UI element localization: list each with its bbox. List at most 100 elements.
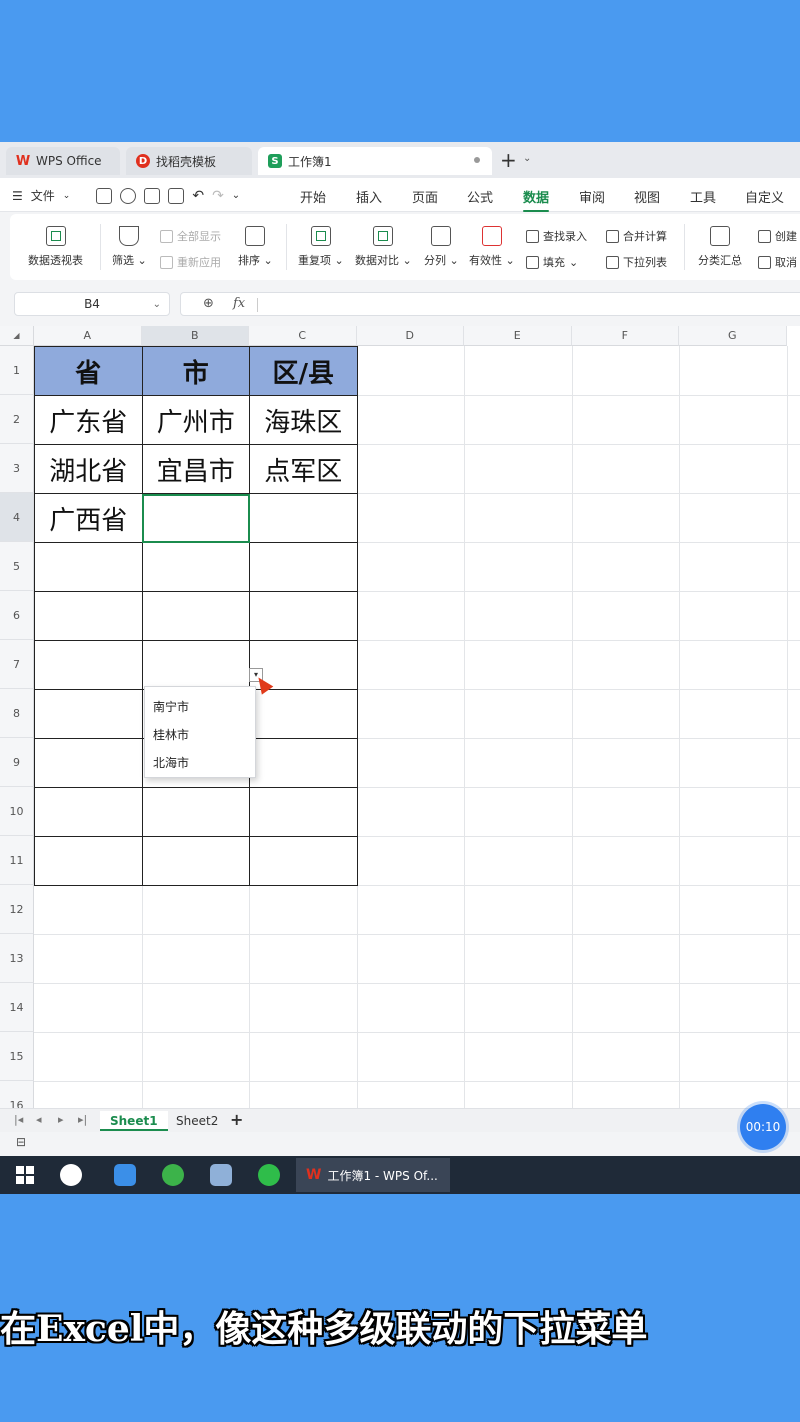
redo-icon[interactable]: ↷ bbox=[212, 188, 224, 204]
row-header-12[interactable]: 12 bbox=[0, 885, 34, 934]
duplicates-button[interactable]: 重复项 ⌄ bbox=[298, 226, 344, 268]
print-preview-icon[interactable] bbox=[168, 187, 185, 204]
row-header-11[interactable]: 11 bbox=[0, 836, 34, 885]
name-box[interactable]: B4 ⌄ bbox=[14, 292, 170, 316]
windows-start-icon[interactable] bbox=[14, 1164, 36, 1186]
chevron-down-icon[interactable]: ⌄ bbox=[232, 190, 240, 201]
menu-tab-page[interactable]: 页面 bbox=[412, 187, 438, 206]
tab-workbook[interactable]: S 工作簿1 bbox=[258, 147, 492, 175]
table-cell[interactable]: 省 bbox=[34, 346, 143, 396]
row-header-10[interactable]: 10 bbox=[0, 787, 34, 836]
lookup-entry-button[interactable]: 查找录入 bbox=[526, 228, 587, 244]
sheet-tab-sheet2[interactable]: Sheet2 bbox=[166, 1111, 228, 1131]
subtotal-button[interactable]: 分类汇总 bbox=[698, 226, 742, 268]
dropdown-option[interactable]: 桂林市 bbox=[145, 721, 255, 749]
menu-tab-view[interactable]: 视图 bbox=[634, 187, 660, 206]
prev-sheet-icon[interactable]: ◂ bbox=[36, 1113, 42, 1126]
table-cell[interactable]: 湖北省 bbox=[34, 444, 143, 494]
row-header-6[interactable]: 6 bbox=[0, 591, 34, 640]
row-header-5[interactable]: 5 bbox=[0, 542, 34, 591]
show-all-button[interactable]: 全部显示 bbox=[160, 228, 221, 244]
taskbar-wps-window[interactable]: W 工作簿1 - WPS Of... bbox=[296, 1158, 450, 1192]
spreadsheet-grid[interactable]: ◢ ABCDEFG 1 2 3 4 5 6 7 8 9 10 11 12 13 14 15 16 省 市 区/… bbox=[0, 326, 800, 1131]
split-column-button[interactable]: 分列 ⌄ bbox=[424, 226, 459, 268]
fill-button[interactable]: 填充 ⌄ bbox=[526, 254, 578, 270]
table-cell[interactable]: 广东省 bbox=[34, 395, 143, 445]
table-cell[interactable] bbox=[141, 836, 250, 886]
table-cell[interactable] bbox=[34, 640, 143, 690]
column-header-c[interactable]: C bbox=[249, 326, 357, 346]
fx-icon[interactable]: fx bbox=[233, 296, 245, 311]
validity-button[interactable]: 有效性 ⌄ bbox=[469, 226, 515, 268]
table-cell[interactable]: 广州市 bbox=[141, 395, 250, 445]
last-sheet-icon[interactable]: ▸| bbox=[78, 1113, 87, 1126]
pivot-table-button[interactable]: 数据透视表 bbox=[28, 226, 83, 268]
table-cell[interactable] bbox=[34, 542, 143, 592]
row-header-14[interactable]: 14 bbox=[0, 983, 34, 1032]
table-cell[interactable] bbox=[249, 836, 358, 886]
next-sheet-icon[interactable]: ▸ bbox=[58, 1113, 64, 1126]
menu-tab-formula[interactable]: 公式 bbox=[467, 187, 493, 206]
row-header-13[interactable]: 13 bbox=[0, 934, 34, 983]
table-cell[interactable]: 点军区 bbox=[249, 444, 358, 494]
menu-tab-review[interactable]: 审阅 bbox=[579, 187, 605, 206]
table-cell[interactable] bbox=[249, 493, 358, 543]
table-cell[interactable] bbox=[34, 689, 143, 739]
cancel-group-button[interactable]: 取消 bbox=[758, 254, 797, 270]
table-cell[interactable] bbox=[141, 787, 250, 837]
chevron-down-icon[interactable]: ⌄ bbox=[523, 153, 531, 164]
add-sheet-button[interactable]: + bbox=[230, 1110, 243, 1129]
row-header-8[interactable]: 8 bbox=[0, 689, 34, 738]
row-header-4[interactable]: 4 bbox=[0, 493, 34, 542]
macro-record-icon[interactable]: ⊟ bbox=[16, 1135, 26, 1149]
row-header-1[interactable]: 1 bbox=[0, 346, 34, 395]
menu-tab-data[interactable]: 数据 bbox=[523, 187, 550, 212]
table-cell[interactable] bbox=[34, 836, 143, 886]
select-all-corner[interactable]: ◢ bbox=[0, 326, 34, 346]
create-group-button[interactable]: 创建 bbox=[758, 228, 797, 244]
table-cell[interactable]: 市 bbox=[141, 346, 250, 396]
menu-tab-tools[interactable]: 工具 bbox=[690, 187, 716, 206]
table-cell[interactable] bbox=[249, 738, 358, 788]
chevron-down-icon[interactable]: ⌄ bbox=[63, 191, 71, 201]
dropdown-option[interactable]: 北海市 bbox=[145, 749, 255, 777]
unsaved-dot-icon[interactable] bbox=[474, 157, 480, 163]
save-icon[interactable] bbox=[96, 187, 113, 204]
tab-wps-office[interactable]: W WPS Office bbox=[6, 147, 120, 175]
row-header-15[interactable]: 15 bbox=[0, 1032, 34, 1081]
browser-icon[interactable] bbox=[162, 1164, 184, 1186]
zoom-icon[interactable]: ⊕ bbox=[203, 296, 214, 311]
menu-tab-custom[interactable]: 自定义 bbox=[745, 187, 784, 206]
export-icon[interactable] bbox=[120, 187, 137, 204]
table-cell[interactable] bbox=[249, 542, 358, 592]
new-tab-button[interactable]: + bbox=[500, 148, 517, 172]
column-header-g[interactable]: G bbox=[679, 326, 787, 346]
sort-button[interactable]: 排序 ⌄ bbox=[238, 226, 273, 268]
sheet-tab-sheet1[interactable]: Sheet1 bbox=[100, 1111, 168, 1131]
menu-tab-home[interactable]: 开始 bbox=[300, 187, 326, 206]
table-cell[interactable]: 海珠区 bbox=[249, 395, 358, 445]
table-cell[interactable]: 宜昌市 bbox=[141, 444, 250, 494]
row-header-2[interactable]: 2 bbox=[0, 395, 34, 444]
column-header-e[interactable]: E bbox=[464, 326, 572, 346]
selected-cell[interactable] bbox=[141, 493, 250, 543]
dropdown-list-button[interactable]: 下拉列表 bbox=[606, 254, 667, 270]
row-header-3[interactable]: 3 bbox=[0, 444, 34, 493]
app-icon-s[interactable] bbox=[60, 1164, 82, 1186]
data-compare-button[interactable]: 数据对比 ⌄ bbox=[355, 226, 412, 268]
table-cell[interactable] bbox=[141, 640, 250, 690]
table-cell[interactable] bbox=[141, 591, 250, 641]
table-cell[interactable]: 广西省 bbox=[34, 493, 143, 543]
table-cell[interactable] bbox=[34, 591, 143, 641]
column-header-d[interactable]: D bbox=[356, 326, 464, 346]
wechat-icon[interactable] bbox=[258, 1164, 280, 1186]
chevron-down-icon[interactable]: ⌄ bbox=[153, 299, 161, 310]
row-header-7[interactable]: 7 bbox=[0, 640, 34, 689]
table-cell[interactable] bbox=[34, 738, 143, 788]
dropdown-option[interactable]: 南宁市 bbox=[145, 693, 255, 721]
app-icon-bird[interactable] bbox=[114, 1164, 136, 1186]
table-cell[interactable] bbox=[249, 689, 358, 739]
table-cell[interactable] bbox=[249, 787, 358, 837]
file-menu[interactable]: 文件 bbox=[31, 187, 55, 204]
formula-input[interactable]: ⊕ fx bbox=[180, 292, 800, 316]
